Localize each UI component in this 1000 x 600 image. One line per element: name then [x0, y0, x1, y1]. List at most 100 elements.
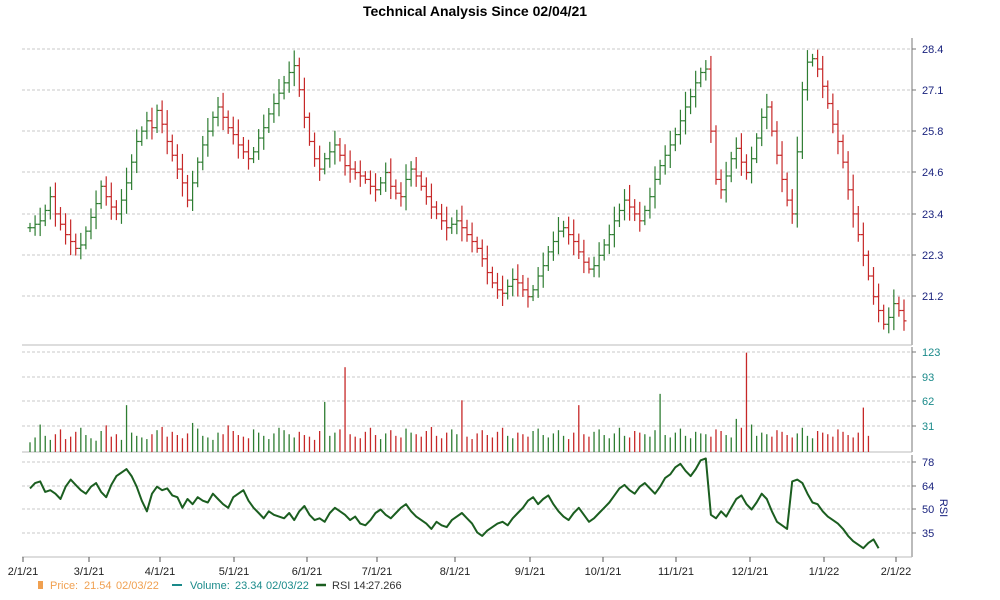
ohlc-bar — [352, 161, 358, 180]
ohlc-bar — [810, 53, 816, 67]
ohlc-bar — [754, 133, 760, 164]
ohlc-bar — [327, 141, 333, 168]
ohlc-bar — [622, 189, 628, 221]
ohlc-bar — [550, 231, 556, 261]
ohlc-bar — [591, 256, 597, 278]
ohlc-bar — [540, 252, 546, 288]
volume-legend-date: 02/03/22 — [266, 580, 309, 592]
ohlc-bar — [215, 96, 221, 127]
ohlc-bar — [693, 70, 699, 108]
ohlc-bar — [57, 207, 63, 231]
x-tick-label: 10/1/21 — [585, 566, 622, 578]
ohlc-bar — [784, 172, 790, 207]
rsi-line — [29, 457, 880, 550]
price-tick-label: 23.4 — [922, 209, 943, 221]
ohlc-bar — [246, 139, 251, 170]
ohlc-bar — [830, 93, 836, 134]
ohlc-bar — [444, 206, 450, 241]
ohlc-bar — [393, 179, 399, 200]
price-panel: 28.4 27.1 25.8 24.6 23.4 22.3 21.2 — [22, 38, 943, 346]
price-tick-label: 25.8 — [922, 126, 943, 138]
ohlc-bar — [713, 125, 719, 185]
ohlc-bar — [855, 205, 861, 242]
ohlc-bar — [124, 167, 130, 214]
ohlc-bar — [403, 164, 409, 211]
ohlc-bar — [383, 162, 389, 192]
ohlc-bar — [606, 224, 612, 254]
ohlc-bar — [276, 79, 282, 117]
rsi-panel: 78 64 50 35 — [22, 455, 934, 558]
rsi-tick-label: 64 — [922, 481, 934, 493]
price-tick-label: 28.4 — [922, 44, 943, 56]
ohlc-bar — [434, 201, 440, 220]
rsi-tick-label: 78 — [922, 457, 934, 469]
ohlc-bar — [423, 177, 429, 205]
ohlc-bar — [703, 60, 709, 81]
ohlc-bar — [93, 190, 99, 230]
ohlc-bar — [769, 101, 775, 137]
ohlc-bar — [449, 217, 455, 234]
rsi-legend-value: 27.266 — [368, 580, 402, 592]
ohlc-bar — [871, 267, 877, 305]
ohlc-bar — [251, 147, 257, 164]
ohlc-bar — [555, 217, 561, 255]
ohlc-bar — [42, 204, 48, 227]
ohlc-bar — [378, 177, 384, 196]
ohlc-bar — [118, 189, 124, 224]
rsi-tick-label: 35 — [922, 528, 934, 540]
ohlc-bar — [728, 151, 734, 183]
ohlc-bar — [545, 246, 551, 271]
ohlc-bar — [510, 268, 516, 297]
ohlc-bar — [662, 145, 668, 175]
ohlc-bar — [144, 111, 150, 140]
ohlc-bar — [454, 209, 460, 235]
ohlc-bar — [886, 307, 892, 334]
ohlc-bar — [174, 144, 180, 180]
ohlc-bar — [764, 93, 770, 130]
ohlc-bar — [200, 135, 206, 171]
ohlc-bar — [322, 152, 328, 175]
price-legend-swatch — [38, 581, 43, 589]
ohlc-bar — [479, 239, 485, 267]
ohlc-bar — [32, 215, 38, 236]
x-tick-label: 2/1/22 — [881, 566, 912, 578]
ohlc-bar — [850, 174, 856, 228]
ohlc-bar — [347, 150, 353, 183]
ohlc-bar — [83, 226, 89, 250]
ohlc-bar — [484, 245, 490, 285]
ohlc-bar — [68, 219, 74, 256]
volume-tick-label: 31 — [922, 421, 934, 433]
ohlc-bar — [418, 171, 424, 191]
x-tick-label: 7/1/21 — [362, 566, 393, 578]
ohlc-bar — [825, 80, 831, 109]
ohlc-bar — [52, 182, 58, 227]
volume-tick-label: 62 — [922, 396, 934, 408]
ohlc-bar — [759, 108, 765, 147]
ohlc-bar — [581, 239, 587, 274]
legend: Price: 21.54 02/03/22 Volume: 23.34 02/0… — [38, 580, 402, 592]
ohlc-bar — [113, 200, 119, 221]
volume-tick-label: 93 — [922, 372, 934, 384]
price-tick-label: 22.3 — [922, 250, 943, 262]
ohlc-bar — [881, 304, 887, 330]
ohlc-bar — [611, 206, 617, 248]
ohlc-bar — [256, 129, 262, 160]
ohlc-bar — [103, 176, 109, 206]
ohlc-bar — [530, 284, 536, 302]
price-tick-label: 27.1 — [922, 85, 943, 97]
ohlc-bar — [301, 77, 307, 129]
rsi-tick-label: 50 — [922, 504, 934, 516]
x-tick-label: 11/1/21 — [658, 566, 694, 578]
ohlc-bar — [799, 81, 805, 159]
ohlc-bar — [815, 49, 821, 78]
x-axis: 2/1/21 3/1/21 4/1/21 5/1/21 6/1/21 7/1/21 8/1/… — [8, 557, 912, 578]
ohlc-bar — [779, 141, 785, 193]
ohlc-bar — [820, 55, 826, 99]
ohlc-bar — [500, 275, 506, 306]
price-tick-label: 24.6 — [922, 167, 943, 179]
ohlc-bar — [474, 236, 480, 253]
x-tick-label: 12/1/21 — [732, 566, 769, 578]
ohlc-bar — [723, 161, 729, 203]
ohlc-bar — [652, 166, 658, 209]
ohlc-bar — [698, 67, 704, 88]
